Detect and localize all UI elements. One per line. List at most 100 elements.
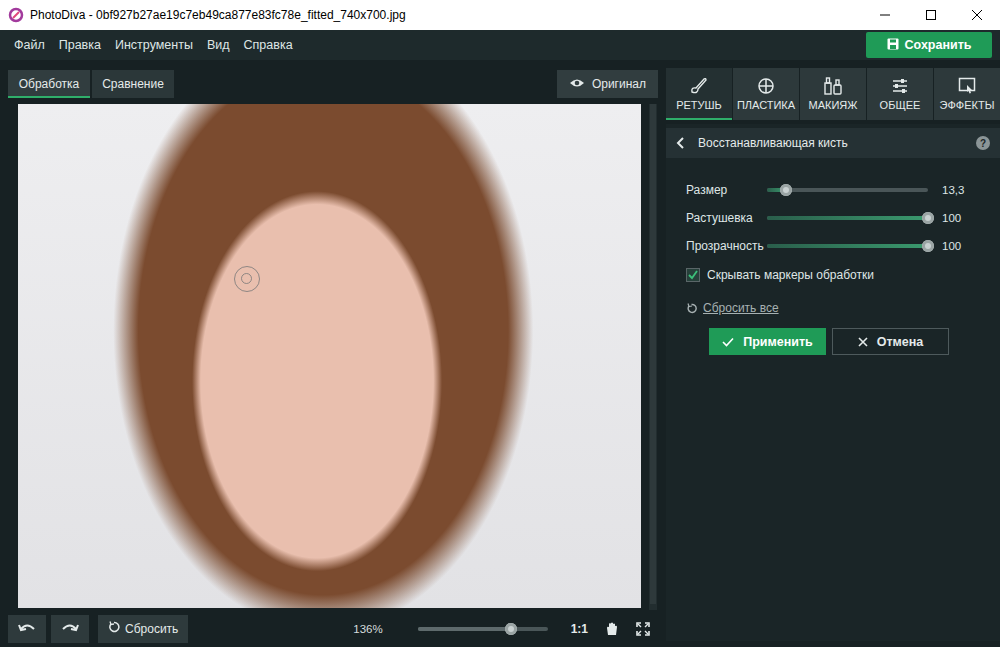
editor-column: Обработка Сравнение Оригинал Сбросить 136% 1:…	[0, 60, 660, 647]
help-button[interactable]: ?	[976, 136, 990, 150]
checkbox-label: Скрывать маркеры обработки	[707, 268, 874, 282]
slider-fill	[767, 244, 928, 248]
menu-item[interactable]: Вид	[200, 34, 237, 56]
view-tab-label: Сравнение	[102, 77, 164, 91]
redo-button[interactable]	[51, 615, 89, 643]
tool-tab[interactable]: ОБЩЕЕ	[867, 68, 933, 120]
view-tabs: Обработка Сравнение Оригинал	[0, 60, 660, 104]
minimize-icon[interactable]	[862, 0, 908, 30]
actual-size-button[interactable]: 1:1	[571, 622, 588, 636]
zoom-value: 136%	[353, 623, 382, 635]
menu-item[interactable]: Файл	[7, 34, 52, 56]
undo-icon	[18, 620, 36, 638]
slider-label: Прозрачность	[686, 239, 767, 253]
app-window: PhotoDiva - 0bf927b27ae19c7eb49ca877e83f…	[0, 0, 1000, 647]
cross-icon	[858, 337, 868, 347]
action-buttons: Применить Отмена	[709, 328, 980, 355]
tool-tab[interactable]: ПЛАСТИКА	[733, 68, 799, 120]
tool-tab[interactable]: РЕТУШЬ	[666, 68, 732, 120]
slider-track[interactable]	[767, 188, 928, 192]
slider-track[interactable]	[767, 244, 928, 248]
cancel-button[interactable]: Отмена	[832, 328, 949, 355]
view-tab-label: Обработка	[19, 77, 80, 91]
checkbox[interactable]	[686, 268, 700, 282]
menu-item[interactable]: Инструменты	[108, 34, 200, 56]
floppy-icon	[887, 38, 899, 53]
back-icon[interactable]	[676, 137, 684, 149]
slider-row: Размер 13,3	[686, 176, 980, 204]
tool-tab-label: МАКИЯЖ	[809, 99, 858, 111]
tool-tab-label: РЕТУШЬ	[676, 99, 722, 111]
button-label: Применить	[743, 335, 813, 349]
menu-item[interactable]: Справка	[237, 34, 300, 56]
tool-tab-label: ОБЩЕЕ	[880, 99, 921, 111]
menu-bar: ФайлПравкаИнструментыВидСправка Сохранить	[0, 30, 1000, 60]
hand-icon[interactable]	[605, 622, 619, 636]
save-label: Сохранить	[905, 38, 972, 52]
eye-icon	[569, 77, 585, 91]
brush-cursor-icon	[234, 266, 260, 292]
title-bar: PhotoDiva - 0bf927b27ae19c7eb49ca877e83f…	[0, 0, 1000, 30]
tool-settings: Восстанавливающая кисть? Размер 13,3 Растуш…	[666, 124, 1000, 641]
redo-icon	[61, 620, 79, 638]
vertical-scrollbar[interactable]	[649, 104, 657, 610]
check-icon	[722, 337, 734, 347]
reset-all-label: Сбросить все	[703, 301, 779, 315]
slider-track[interactable]	[767, 216, 928, 220]
sliders-icon	[891, 77, 909, 95]
undo-button[interactable]	[8, 615, 46, 643]
crosshair-icon	[757, 77, 775, 95]
save-button[interactable]: Сохранить	[866, 32, 992, 58]
zoom-thumb[interactable]	[505, 623, 517, 635]
reset-label: Сбросить	[125, 622, 178, 636]
slider-fill	[767, 216, 928, 220]
brush-icon	[689, 77, 709, 95]
tool-tab[interactable]: МАКИЯЖ	[800, 68, 866, 120]
close-icon[interactable]	[954, 0, 1000, 30]
effects-icon	[958, 77, 976, 95]
slider-row: Прозрачность 100	[686, 232, 980, 260]
slider-thumb[interactable]	[922, 240, 934, 252]
reset-icon	[108, 621, 120, 636]
photo[interactable]	[18, 104, 641, 608]
reset-all-link[interactable]: Сбросить все	[686, 296, 980, 320]
view-tab[interactable]: Сравнение	[92, 70, 174, 98]
maximize-icon[interactable]	[908, 0, 954, 30]
scrollbar-thumb[interactable]	[650, 104, 656, 604]
window-controls	[862, 0, 1000, 30]
window-title: PhotoDiva - 0bf927b27ae19c7eb49ca877e83f…	[30, 8, 406, 22]
tool-tab-label: ПЛАСТИКА	[737, 99, 795, 111]
app-logo-icon	[8, 7, 24, 23]
zoom-fill	[418, 627, 512, 631]
canvas-area	[0, 104, 660, 610]
slider-row: Растушевка 100	[686, 204, 980, 232]
tool-title: Восстанавливающая кисть	[698, 136, 848, 150]
main-area: Обработка Сравнение Оригинал Сбросить 136% 1:…	[0, 60, 1000, 647]
checkbox-row[interactable]: Скрывать маркеры обработки	[686, 262, 980, 288]
apply-button[interactable]: Применить	[709, 328, 826, 355]
tool-tab[interactable]: ЭФФЕКТЫ	[934, 68, 1000, 120]
slider-value: 100	[934, 212, 980, 224]
menu-item[interactable]: Правка	[52, 34, 108, 56]
tools-panel: РЕТУШЬ ПЛАСТИКА МАКИЯЖ ОБЩЕЕ ЭФФЕКТЫ Восстана…	[666, 60, 1000, 647]
tool-tab-label: ЭФФЕКТЫ	[940, 99, 995, 111]
cosmetics-icon	[823, 77, 843, 95]
tool-body: Размер 13,3 Растушевка 100 Прозрачность 100 Ск…	[666, 158, 1000, 355]
slider-thumb[interactable]	[922, 212, 934, 224]
original-button[interactable]: Оригинал	[557, 70, 658, 98]
original-label: Оригинал	[592, 77, 646, 91]
zoom-slider[interactable]	[418, 627, 548, 631]
reset-icon	[686, 303, 697, 314]
slider-label: Размер	[686, 183, 767, 197]
bottom-bar: Сбросить 136% 1:1	[0, 610, 660, 647]
slider-thumb[interactable]	[780, 184, 792, 196]
button-label: Отмена	[877, 335, 924, 349]
tool-header: Восстанавливающая кисть?	[666, 128, 1000, 158]
reset-button[interactable]: Сбросить	[98, 615, 188, 643]
slider-value: 100	[934, 240, 980, 252]
slider-value: 13,3	[934, 184, 980, 196]
tool-tabs: РЕТУШЬ ПЛАСТИКА МАКИЯЖ ОБЩЕЕ ЭФФЕКТЫ	[666, 68, 1000, 120]
fullscreen-icon[interactable]	[636, 622, 650, 636]
view-tab[interactable]: Обработка	[8, 70, 90, 98]
slider-label: Растушевка	[686, 211, 767, 225]
